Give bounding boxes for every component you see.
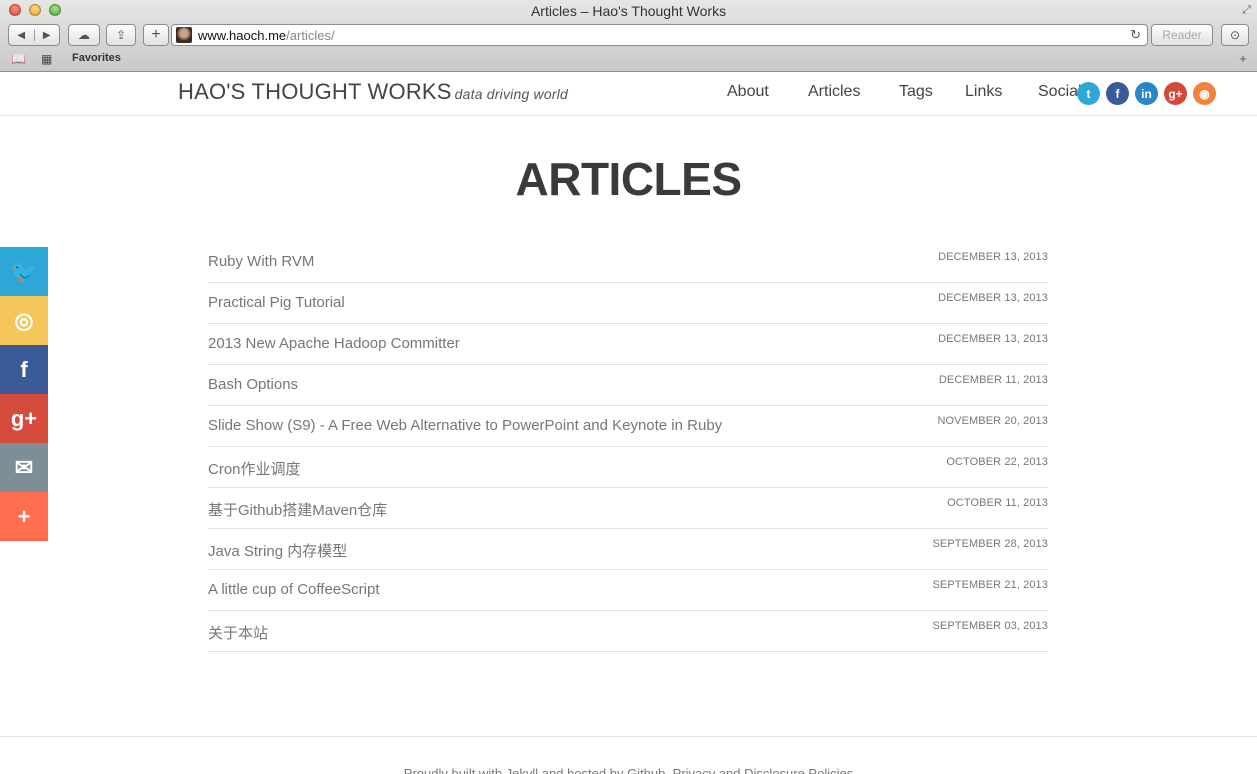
fullscreen-icon[interactable]: ⤢ bbox=[1242, 4, 1251, 17]
article-title-link[interactable]: Java String 内存模型 bbox=[208, 540, 347, 561]
article-title-link[interactable]: Cron作业调度 bbox=[208, 458, 301, 479]
article-row: Slide Show (S9) - A Free Web Alternative… bbox=[208, 406, 1048, 447]
reader-button[interactable]: Reader bbox=[1151, 24, 1213, 46]
download-icon: ⊙ bbox=[1229, 28, 1241, 42]
share-googleplus-button[interactable]: g+ bbox=[0, 394, 48, 443]
article-row: A little cup of CoffeeScript SEPTEMBER 21… bbox=[208, 570, 1048, 611]
googleplus-icon[interactable]: g+ bbox=[1164, 82, 1187, 105]
facebook-icon[interactable]: f bbox=[1106, 82, 1129, 105]
article-title-link[interactable]: Ruby With RVM bbox=[208, 253, 314, 270]
nav-social[interactable]: Social bbox=[1038, 83, 1082, 101]
weibo-icon: ◎ bbox=[14, 307, 34, 333]
article-date: DECEMBER 13, 2013 bbox=[938, 251, 1048, 263]
add-bookmark-icon[interactable]: + bbox=[1235, 51, 1251, 67]
nav-about[interactable]: About bbox=[727, 83, 769, 101]
article-date: DECEMBER 13, 2013 bbox=[938, 333, 1048, 345]
article-date: OCTOBER 22, 2013 bbox=[946, 456, 1048, 468]
back-button[interactable]: ◀ bbox=[9, 29, 35, 41]
article-title-link[interactable]: Bash Options bbox=[208, 376, 298, 393]
share-twitter-button[interactable]: 🐦 bbox=[0, 247, 48, 296]
site-favicon-icon bbox=[176, 27, 192, 43]
brand-name: HAO'S THOUGHT WORKS bbox=[178, 79, 452, 104]
browser-chrome: Articles – Hao's Thought Works ⤢ ◀ ▶ ☁ ⇪… bbox=[0, 0, 1257, 72]
article-title-link[interactable]: Slide Show (S9) - A Free Web Alternative… bbox=[208, 417, 722, 434]
linkedin-icon[interactable]: in bbox=[1135, 82, 1158, 105]
article-row: Ruby With RVM DECEMBER 13, 2013 bbox=[208, 242, 1048, 283]
site-brand[interactable]: HAO'S THOUGHT WORKS data driving world bbox=[178, 79, 568, 105]
site-header: HAO'S THOUGHT WORKS data driving world Ab… bbox=[0, 73, 1257, 116]
reading-list-icon[interactable]: 📖 bbox=[11, 52, 26, 66]
brand-tagline: data driving world bbox=[454, 86, 568, 102]
social-icons: t f in g+ ◉ bbox=[1077, 82, 1216, 105]
article-row: Cron作业调度 OCTOBER 22, 2013 bbox=[208, 447, 1048, 488]
article-date: OCTOBER 11, 2013 bbox=[947, 497, 1048, 509]
share-sidebar: 🐦 ◎ f g+ ✉ + bbox=[0, 247, 48, 541]
reload-icon[interactable]: ↻ bbox=[1130, 27, 1141, 43]
title-bar: Articles – Hao's Thought Works ⤢ bbox=[0, 0, 1257, 22]
site-footer: Proudly built with Jekyll and hosted by … bbox=[0, 736, 1257, 774]
article-title-link[interactable]: 关于本站 bbox=[208, 622, 268, 643]
share-more-button[interactable]: + bbox=[0, 492, 48, 541]
article-list: Ruby With RVM DECEMBER 13, 2013 Practical … bbox=[208, 242, 1048, 652]
article-row: 关于本站 SEPTEMBER 03, 2013 bbox=[208, 611, 1048, 652]
plus-icon: + bbox=[151, 26, 161, 43]
address-bar[interactable]: www.haoch.me/articles/ ↻ bbox=[171, 24, 1148, 46]
forward-button[interactable]: ▶ bbox=[35, 30, 60, 41]
footer-text: Proudly built with Jekyll and hosted by … bbox=[403, 766, 854, 774]
article-date: SEPTEMBER 28, 2013 bbox=[932, 538, 1048, 550]
facebook-icon: f bbox=[20, 356, 28, 382]
top-sites-icon[interactable]: ▦ bbox=[41, 52, 52, 66]
article-row: 基于Github搭建Maven仓库 OCTOBER 11, 2013 bbox=[208, 488, 1048, 529]
favorites-label[interactable]: Favorites bbox=[72, 52, 121, 64]
browser-toolbar: ◀ ▶ ☁ ⇪ + www.haoch.me/articles/ ↻ Reade… bbox=[0, 23, 1257, 49]
article-row: Practical Pig Tutorial DECEMBER 13, 2013 bbox=[208, 283, 1048, 324]
nav-links[interactable]: Links bbox=[965, 83, 1002, 101]
cloud-icon: ☁ bbox=[78, 28, 90, 42]
googleplus-icon: g+ bbox=[10, 405, 38, 431]
article-row: Java String 内存模型 SEPTEMBER 28, 2013 bbox=[208, 529, 1048, 570]
article-title-link[interactable]: 基于Github搭建Maven仓库 bbox=[208, 499, 387, 520]
article-date: SEPTEMBER 03, 2013 bbox=[932, 620, 1048, 632]
window-title: Articles – Hao's Thought Works bbox=[530, 3, 727, 19]
more-icon: + bbox=[17, 503, 31, 529]
url-host: www.haoch.me bbox=[198, 27, 287, 43]
share-email-button[interactable]: ✉ bbox=[0, 443, 48, 492]
share-icon: ⇪ bbox=[115, 28, 127, 42]
article-date: DECEMBER 11, 2013 bbox=[938, 374, 1048, 386]
url-path: /articles/ bbox=[286, 27, 335, 43]
article-title-link[interactable]: A little cup of CoffeeScript bbox=[208, 581, 379, 598]
article-row: 2013 New Apache Hadoop Committer DECEMBER… bbox=[208, 324, 1048, 365]
article-title-link[interactable]: 2013 New Apache Hadoop Committer bbox=[208, 335, 460, 352]
page-title: ARTICLES bbox=[515, 153, 743, 205]
new-tab-button[interactable]: + bbox=[143, 24, 169, 46]
bookmarks-bar: 📖 ▦ Favorites + bbox=[0, 50, 1257, 71]
share-weibo-button[interactable]: ◎ bbox=[0, 296, 48, 345]
share-button[interactable]: ⇪ bbox=[106, 24, 136, 46]
share-facebook-button[interactable]: f bbox=[0, 345, 48, 394]
twitter-icon: 🐦 bbox=[10, 258, 38, 284]
article-date: NOVEMBER 20, 2013 bbox=[937, 415, 1048, 427]
twitter-icon[interactable]: t bbox=[1077, 82, 1100, 105]
downloads-button[interactable]: ⊙ bbox=[1221, 24, 1249, 46]
back-forward-group: ◀ ▶ bbox=[8, 24, 60, 46]
nav-articles[interactable]: Articles bbox=[808, 83, 860, 101]
article-title-link[interactable]: Practical Pig Tutorial bbox=[208, 294, 345, 311]
article-date: SEPTEMBER 21, 2013 bbox=[932, 579, 1048, 591]
email-icon: ✉ bbox=[14, 454, 34, 480]
rss-icon[interactable]: ◉ bbox=[1193, 82, 1216, 105]
article-row: Bash Options DECEMBER 11, 2013 bbox=[208, 365, 1048, 406]
nav-tags[interactable]: Tags bbox=[899, 83, 933, 101]
icloud-tabs-button[interactable]: ☁ bbox=[68, 24, 100, 46]
article-date: DECEMBER 13, 2013 bbox=[938, 292, 1048, 304]
